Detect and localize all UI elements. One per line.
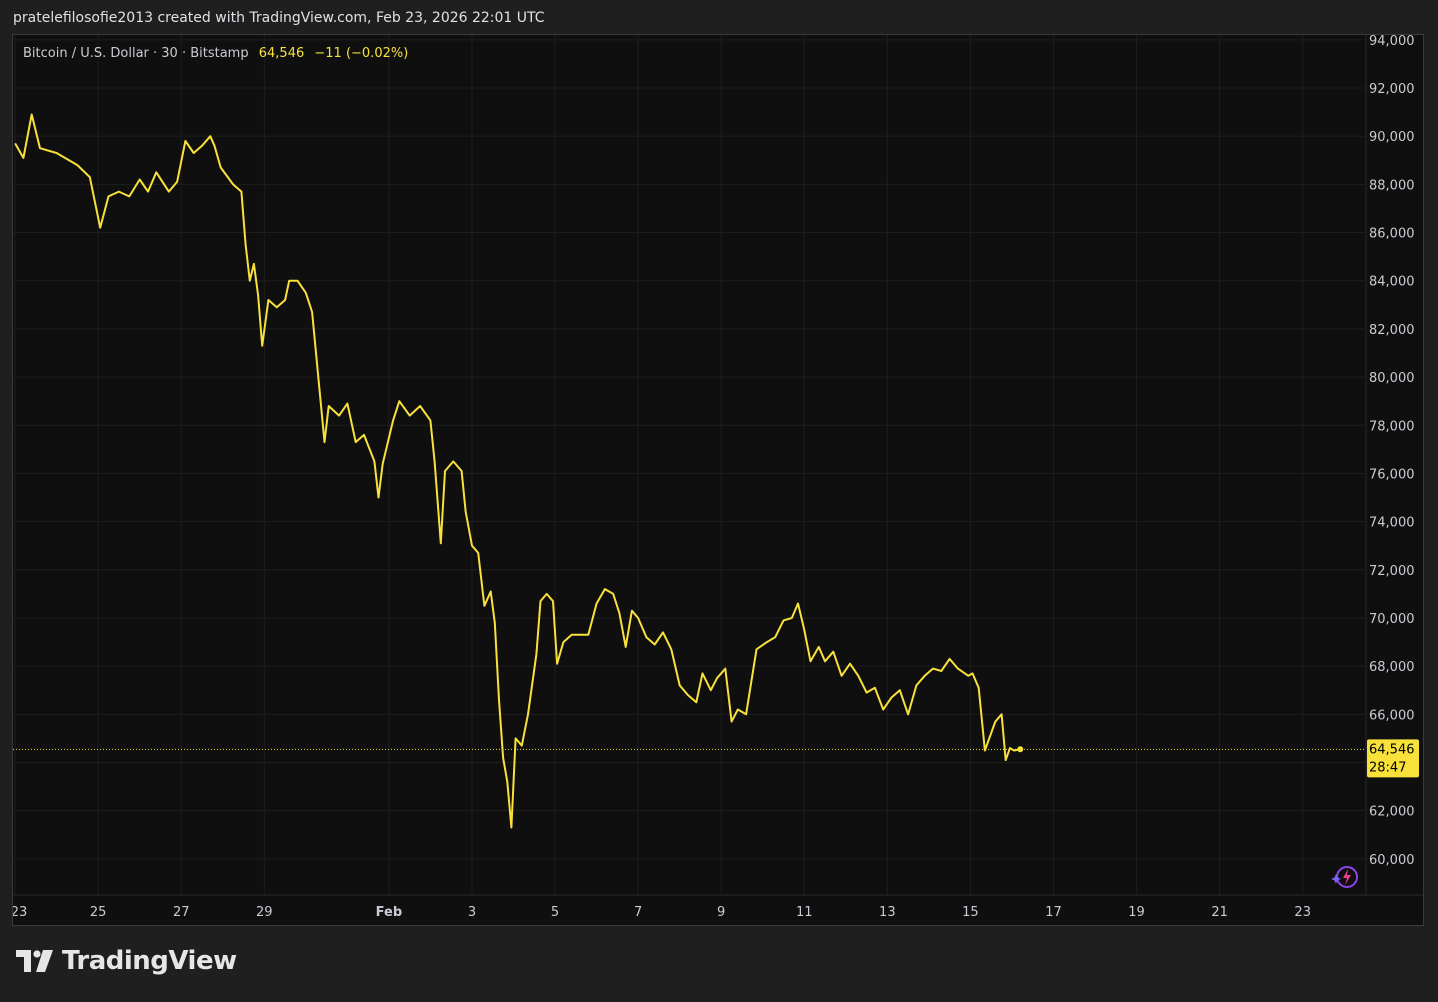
bar-countdown: 28:47 (1369, 760, 1406, 775)
legend-last-price: 64,546 (258, 46, 305, 61)
y-tick-label: 86,000 (1369, 227, 1415, 242)
brand-name: TradingView (62, 946, 237, 976)
y-tick-label: 62,000 (1369, 805, 1415, 820)
y-tick-label: 80,000 (1369, 371, 1415, 386)
y-tick-label: 72,000 (1369, 564, 1415, 579)
x-tick-label: 21 (1211, 905, 1228, 920)
last-price-tag: 64,546 28:47 (1367, 739, 1419, 778)
y-tick-label: 76,000 (1369, 467, 1415, 482)
y-tick-label: 78,000 (1369, 419, 1415, 434)
y-tick-label: 70,000 (1369, 612, 1415, 627)
y-tick-label: 94,000 (1369, 35, 1415, 49)
x-tick-label: 15 (962, 905, 979, 920)
y-tick-label: 66,000 (1369, 708, 1415, 723)
x-tick-label: 17 (1045, 905, 1062, 920)
y-tick-label: 84,000 (1369, 275, 1415, 290)
x-tick-label: 23 (13, 905, 27, 920)
x-tick-label: 9 (717, 905, 725, 920)
x-tick-label: 29 (256, 905, 273, 920)
x-axis: 23 25 27 29 Feb 3 5 7 9 11 13 15 17 19 21 23 (13, 905, 1311, 920)
x-tick-label: 13 (879, 905, 896, 920)
x-tick-label: 19 (1128, 905, 1145, 920)
x-tick-label: 5 (551, 905, 559, 920)
symbol-description: Bitcoin / U.S. Dollar · 30 · Bitstamp (23, 46, 249, 61)
tradingview-brand: TradingView (16, 946, 237, 976)
chart-area[interactable]: 23 25 27 29 Feb 3 5 7 9 11 13 15 17 19 21 23 94,000 92,0… (12, 34, 1424, 926)
y-tick-label: 92,000 (1369, 82, 1415, 97)
tradingview-logo-icon (16, 950, 53, 972)
y-tick-label: 74,000 (1369, 516, 1415, 531)
x-tick-label: 27 (173, 905, 190, 920)
y-tick-label: 68,000 (1369, 660, 1415, 675)
chart-credit: pratelefilosofie2013 created with Tradin… (13, 10, 545, 26)
last-price-dot (1017, 746, 1024, 753)
x-tick-label: 7 (634, 905, 642, 920)
x-tick-label: 3 (468, 905, 476, 920)
chart-legend: Bitcoin / U.S. Dollar · 30 · Bitstamp 64… (23, 46, 408, 61)
price-chart[interactable]: 23 25 27 29 Feb 3 5 7 9 11 13 15 17 19 21 23 94,000 92,0… (13, 35, 1423, 925)
y-tick-label: 88,000 (1369, 178, 1415, 193)
y-tick-label: 60,000 (1369, 853, 1415, 868)
legend-price-change: −11 (−0.02%) (314, 46, 409, 61)
x-tick-label: 23 (1294, 905, 1311, 920)
last-price-tag-value: 64,546 (1369, 742, 1415, 757)
x-tick-label: 11 (796, 905, 813, 920)
lightning-sparkle-icon[interactable] (1331, 866, 1358, 888)
price-series-line (14, 113, 1021, 829)
y-tick-label: 90,000 (1369, 130, 1415, 145)
y-tick-label: 82,000 (1369, 323, 1415, 338)
x-tick-label: 25 (90, 905, 107, 920)
grid-lines (13, 35, 1423, 896)
x-tick-label: Feb (376, 905, 402, 920)
